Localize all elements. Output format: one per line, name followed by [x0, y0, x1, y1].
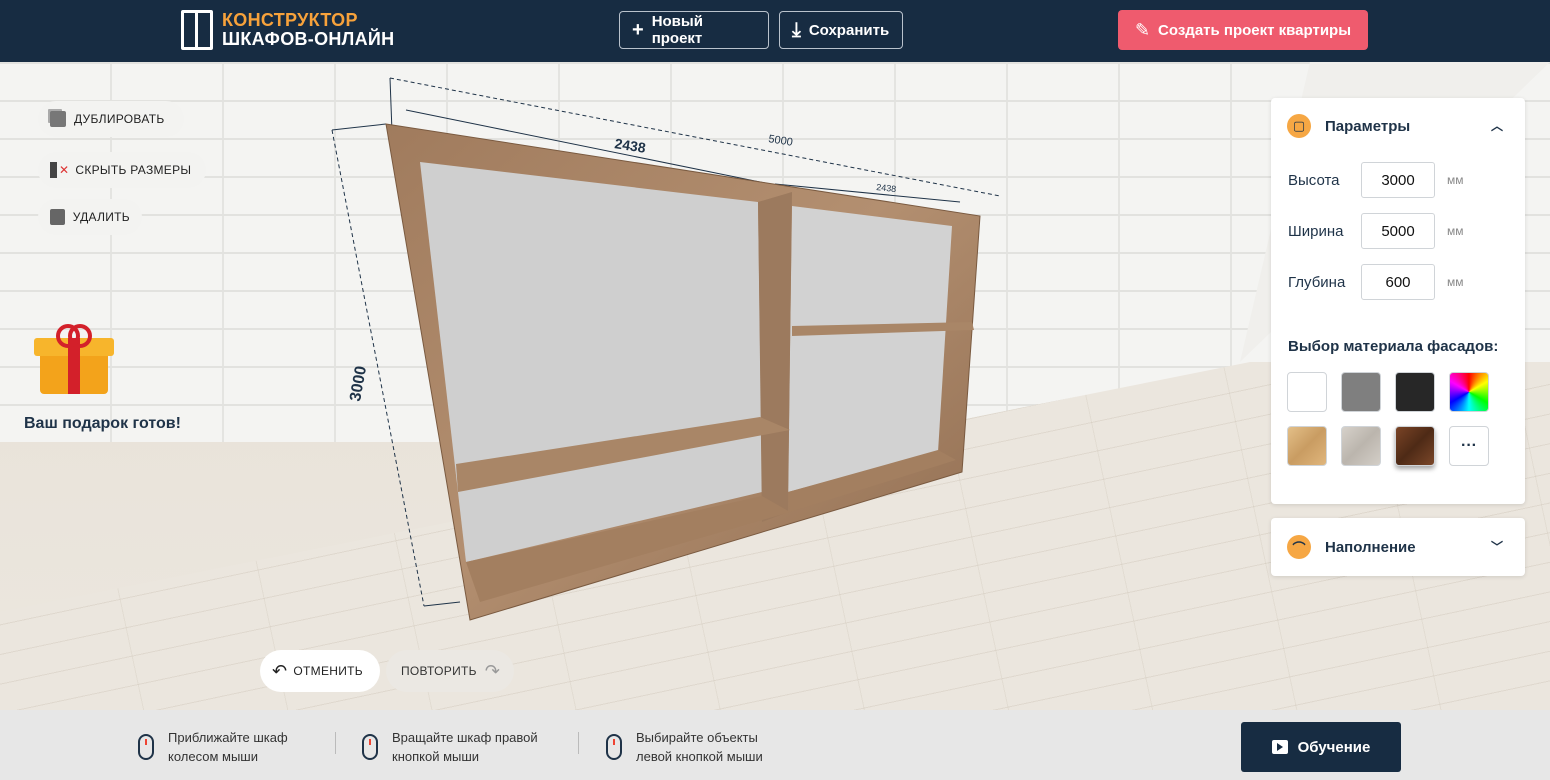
create-apartment-button[interactable]: ✎ Создать проект квартиры: [1118, 10, 1368, 50]
right-section[interactable]: [788, 206, 952, 492]
hint-zoom: Приближайте шкаф колесом мыши: [138, 728, 288, 766]
wardrobe-model[interactable]: 3000 2438 5000 2438: [320, 72, 1020, 632]
copy-icon: [50, 111, 66, 127]
duplicate-button[interactable]: ДУБЛИРОВАТЬ: [38, 101, 184, 137]
depth-input[interactable]: 600: [1361, 264, 1435, 300]
app-header: КОНСТРУКТОР ШКАФОВ-ОНЛАЙН + Новый проект…: [0, 0, 1550, 62]
hanger-icon: ⌒: [1287, 535, 1311, 559]
parameters-title: Параметры: [1325, 117, 1411, 135]
save-button[interactable]: ⤓ Сохранить: [779, 11, 903, 49]
right-section-dimension-label: 2438: [876, 182, 897, 194]
x-icon: ✕: [59, 163, 70, 177]
depth-unit: мм: [1447, 275, 1464, 289]
height-label: Высота: [1288, 171, 1340, 189]
width-label: Ширина: [1288, 222, 1344, 240]
left-section[interactable]: [420, 162, 762, 562]
delete-button[interactable]: УДАЛИТЬ: [38, 199, 142, 235]
hint-select-line1: Выбирайте объекты: [636, 730, 758, 745]
logo-title-line1: КОНСТРУКТОР: [222, 10, 358, 30]
save-label: Сохранить: [808, 21, 890, 39]
new-project-button[interactable]: + Новый проект: [619, 11, 769, 49]
logo[interactable]: КОНСТРУКТОР ШКАФОВ-ОНЛАЙН: [181, 10, 394, 50]
filling-title: Наполнение: [1325, 538, 1416, 556]
divider: [335, 732, 336, 754]
gift-icon[interactable]: [34, 324, 114, 394]
play-icon: [1271, 740, 1288, 754]
mouse-left-button-icon: [606, 734, 622, 760]
gift-text[interactable]: Ваш подарок готов!: [24, 415, 181, 433]
logo-title-line2: ШКАФОВ-ОНЛАЙН: [222, 29, 395, 49]
divider: [578, 732, 579, 754]
swatch-gray[interactable]: [1341, 372, 1381, 412]
filling-header[interactable]: ⌒ Наполнение: [1287, 535, 1416, 559]
ruler-icon: [50, 162, 57, 178]
new-project-label: Новый проект: [651, 13, 703, 47]
swatch-light-oak[interactable]: [1287, 426, 1327, 466]
width-input[interactable]: 5000: [1361, 213, 1435, 249]
hint-zoom-line1: Приближайте шкаф: [168, 730, 288, 745]
filling-panel[interactable]: ⌒ Наполнение ﹀: [1271, 518, 1525, 576]
plus-icon: +: [632, 19, 644, 41]
more-materials-button[interactable]: ···: [1449, 426, 1489, 466]
redo-button[interactable]: ПОВТОРИТЬ ↷: [386, 650, 514, 692]
swatch-rainbow[interactable]: [1449, 372, 1489, 412]
hide-sizes-button[interactable]: ✕ СКРЫТЬ РАЗМЕРЫ: [38, 152, 206, 188]
hide-sizes-label: СКРЫТЬ РАЗМЕРЫ: [75, 163, 192, 177]
mouse-wheel-icon: [138, 734, 154, 760]
create-apartment-label: Создать проект квартиры: [1158, 21, 1352, 39]
undo-button[interactable]: ↶ ОТМЕНИТЬ: [260, 650, 380, 692]
parameters-panel: ▢ Параметры ︿ Высота 3000 мм Ширина 5000…: [1271, 98, 1525, 504]
hint-rotate: Вращайте шкаф правой кнопкой мыши: [362, 728, 538, 766]
hint-rotate-line1: Вращайте шкаф правой: [392, 730, 538, 745]
redo-label: ПОВТОРИТЬ: [401, 664, 477, 678]
height-dimension-label: 3000: [347, 365, 370, 403]
partition: [758, 192, 792, 522]
total-width-dimension-label: 5000: [768, 133, 794, 149]
swatch-gray-stone[interactable]: [1341, 426, 1381, 466]
width-row: Ширина 5000 мм: [1288, 213, 1464, 249]
trash-icon: [50, 209, 65, 225]
material-title: Выбор материала фасадов:: [1288, 338, 1499, 355]
height-input[interactable]: 3000: [1361, 162, 1435, 198]
depth-row: Глубина 600 мм: [1288, 264, 1464, 300]
chevron-up-icon[interactable]: ︿: [1491, 117, 1503, 134]
hint-select-line2: левой кнопкой мыши: [636, 749, 763, 764]
undo-arrow-icon: ↶: [272, 660, 288, 681]
chevron-down-icon[interactable]: ﹀: [1491, 538, 1503, 555]
hint-select: Выбирайте объекты левой кнопкой мыши: [606, 728, 763, 766]
wardrobe-icon: ▢: [1287, 114, 1311, 138]
hint-zoom-line2: колесом мыши: [168, 749, 258, 764]
mouse-right-button-icon: [362, 734, 378, 760]
ruler-pencil-icon: ✎: [1134, 19, 1151, 40]
wardrobe-logo-icon: [181, 10, 213, 50]
height-row: Высота 3000 мм: [1288, 162, 1464, 198]
duplicate-label: ДУБЛИРОВАТЬ: [74, 112, 165, 126]
tutorial-label: Обучение: [1297, 738, 1371, 756]
hint-rotate-line2: кнопкой мыши: [392, 749, 480, 764]
tutorial-button[interactable]: Обучение: [1241, 722, 1401, 772]
delete-label: УДАЛИТЬ: [72, 210, 130, 224]
parameters-header[interactable]: ▢ Параметры: [1287, 114, 1410, 138]
3d-viewport[interactable]: 3000 2438 5000 2438 ДУБЛИРОВАТЬ ✕ СКРЫТЬ…: [0, 62, 1550, 710]
height-unit: мм: [1447, 173, 1464, 187]
swatch-white[interactable]: [1287, 372, 1327, 412]
swatch-dark-walnut[interactable]: [1395, 426, 1435, 466]
undo-label: ОТМЕНИТЬ: [293, 664, 363, 678]
swatch-black[interactable]: [1395, 372, 1435, 412]
width-unit: мм: [1447, 224, 1464, 238]
depth-label: Глубина: [1288, 273, 1346, 291]
footer-hints: Приближайте шкаф колесом мыши Вращайте ш…: [0, 710, 1550, 780]
redo-arrow-icon: ↷: [484, 660, 501, 681]
download-icon: ⤓: [792, 19, 801, 41]
